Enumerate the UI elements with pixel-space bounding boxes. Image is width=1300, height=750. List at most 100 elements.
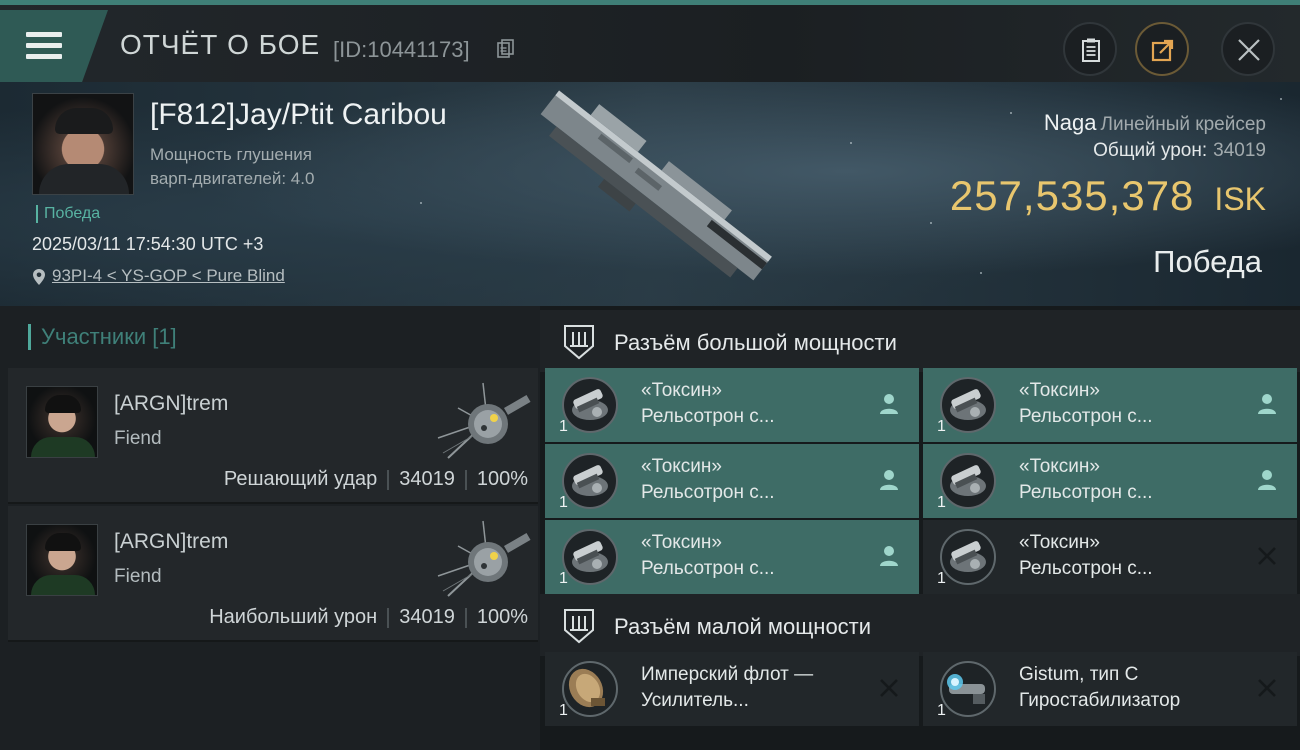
module-name-line2: Рельсотрон с... (641, 406, 775, 427)
victim-name[interactable]: [F812]Jay/Ptit Caribou (150, 98, 447, 132)
victim-portrait[interactable] (32, 93, 134, 195)
railgun-module-icon (562, 453, 618, 509)
module-name-line1: «Токсин» (641, 532, 722, 553)
clipboard-button[interactable] (1063, 22, 1117, 76)
module-quantity: 1 (559, 702, 568, 719)
participants-header: Участники [1] (0, 306, 540, 366)
module-quantity: 1 (937, 570, 946, 587)
module-quantity: 1 (559, 494, 568, 511)
share-icon (1151, 39, 1174, 62)
ship-render (540, 90, 772, 281)
railgun-module-icon (562, 529, 618, 585)
participant-percent: 100% (476, 606, 528, 628)
copy-icon[interactable] (497, 39, 515, 59)
drone-ship-icon (437, 382, 531, 459)
railgun-module-icon (940, 377, 996, 433)
module-name-line1: Gistum, тип C (1019, 664, 1139, 685)
page-title: ОТЧЁТ О БОЕ (120, 29, 321, 60)
module-tile[interactable]: 1 «Токсин» Рельсотрон с... (545, 368, 919, 442)
participant-stats: Решающий удар 34019 100% (224, 468, 528, 491)
module-name-line2: Рельсотрон с... (1019, 406, 1153, 427)
victim-attribute: Мощность глушения варп-двигателей: 4.0 (150, 143, 314, 191)
module-name-line1: «Токсин» (641, 380, 722, 401)
attribute-line-2: варп-двигателей: 4.0 (150, 169, 315, 188)
module-name-line1: «Токсин» (1019, 380, 1100, 401)
module-quantity: 1 (559, 418, 568, 435)
module-name-line2: Усилитель... (641, 690, 749, 711)
module-name-line1: Имперский флот — (641, 664, 814, 685)
ship-info: Naga Линейный крейсер (1044, 110, 1266, 136)
module-tile[interactable]: 1 «Токсин» Рельсотрон с... (923, 444, 1297, 518)
participant-name: [ARGN]trem (114, 392, 229, 415)
module-name-line2: Рельсотрон с... (1019, 558, 1153, 579)
module-name-line2: Рельсотрон с... (1019, 482, 1153, 503)
fitted-pilot-icon (880, 470, 898, 490)
location-link[interactable]: 93PI-4 < YS-GOP < Pure Blind (52, 266, 285, 285)
fitted-pilot-icon (880, 394, 898, 414)
module-quantity: 1 (937, 418, 946, 435)
victim-summary: [F812]Jay/Ptit Caribou Мощность глушения… (0, 82, 1300, 306)
drone-ship-icon (437, 520, 531, 597)
module-tile[interactable]: 1 «Токсин» Рельсотрон с... (545, 444, 919, 518)
total-damage-label: Общий урон: (1093, 140, 1208, 161)
module-tile[interactable]: 1 «Токсин» Рельсотрон с... (923, 368, 1297, 442)
module-quantity: 1 (559, 570, 568, 587)
module-name-line2: Гиростабилизатор (1019, 690, 1181, 711)
destroyed-x-icon (1258, 679, 1276, 697)
kill-location[interactable]: 93PI-4 < YS-GOP < Pure Blind (32, 266, 285, 286)
low-slot-icon (564, 609, 594, 644)
dish-module-icon (562, 661, 618, 717)
top-bar: ОТЧЁТ О БОЕ [ID:10441173] (0, 0, 1300, 82)
railgun-module-icon (940, 529, 996, 585)
high-slot-icon (564, 325, 594, 360)
participant-role: Наибольший урон (209, 606, 378, 628)
module-name-line1: «Токсин» (641, 456, 722, 477)
module-tile[interactable]: 1 Gistum, тип C Гиростабилизатор (923, 652, 1297, 726)
module-tile[interactable]: 1 «Токсин» Рельсотрон с... (923, 520, 1297, 594)
participant-name: [ARGN]trem (114, 530, 229, 553)
close-button[interactable] (1221, 22, 1275, 76)
module-name-line2: Рельсотрон с... (641, 482, 775, 503)
participants-title: Участники [1] (28, 324, 177, 350)
fitted-pilot-icon (1258, 470, 1276, 490)
participant-damage: 34019 (399, 606, 455, 628)
total-damage-value: 34019 (1213, 140, 1266, 161)
fitted-pilot-icon (880, 546, 898, 566)
railgun-module-icon (940, 453, 996, 509)
isk-value: 257,535,378 ISK (950, 172, 1266, 220)
ship-name[interactable]: Naga (1044, 110, 1097, 135)
menu-button[interactable] (0, 10, 108, 82)
module-tile[interactable]: 1 Имперский флот — Усилитель... (545, 652, 919, 726)
module-quantity: 1 (937, 702, 946, 719)
report-id: [ID:10441173] (333, 37, 470, 62)
low-slot-header: Разъём малой мощности (540, 594, 1300, 656)
clipboard-icon (1082, 38, 1100, 62)
participant-card[interactable]: [ARGN]trem Fiend Решающий удар 34019 100% (8, 368, 538, 504)
module-name-line1: «Токсин» (1019, 532, 1100, 553)
module-name-line1: «Токсин» (1019, 456, 1100, 477)
total-damage: Общий урон: 34019 (1093, 140, 1266, 162)
result-tag: Победа (36, 205, 100, 223)
isk-amount: 257,535,378 (949, 172, 1195, 219)
participant-role: Решающий удар (223, 468, 378, 490)
participants-panel: Участники [1] [ARGN]trem Fiend Решающий … (0, 306, 540, 750)
attribute-line-1: Мощность глушения (150, 145, 312, 164)
destroyed-x-icon (880, 679, 898, 697)
railgun-module-icon (562, 377, 618, 433)
participant-ship: Fiend (114, 428, 162, 449)
participant-percent: 100% (476, 468, 528, 490)
participant-card[interactable]: [ARGN]trem Fiend Наибольший урон 34019 100… (8, 506, 538, 642)
hamburger-icon (22, 30, 62, 60)
module-tile[interactable]: 1 «Токсин» Рельсотрон с... (545, 520, 919, 594)
ship-class: Линейный крейсер (1100, 114, 1267, 135)
battle-result: Победа (1153, 244, 1262, 279)
share-button[interactable] (1135, 22, 1189, 76)
low-slot-title: Разъём малой мощности (614, 614, 872, 639)
participant-damage: 34019 (399, 468, 455, 490)
isk-unit: ISK (1214, 181, 1266, 217)
close-icon (1238, 39, 1260, 61)
destroyed-x-icon (1258, 547, 1276, 565)
fitted-pilot-icon (1258, 394, 1276, 414)
participant-ship: Fiend (114, 566, 162, 587)
location-pin-icon (33, 268, 45, 285)
